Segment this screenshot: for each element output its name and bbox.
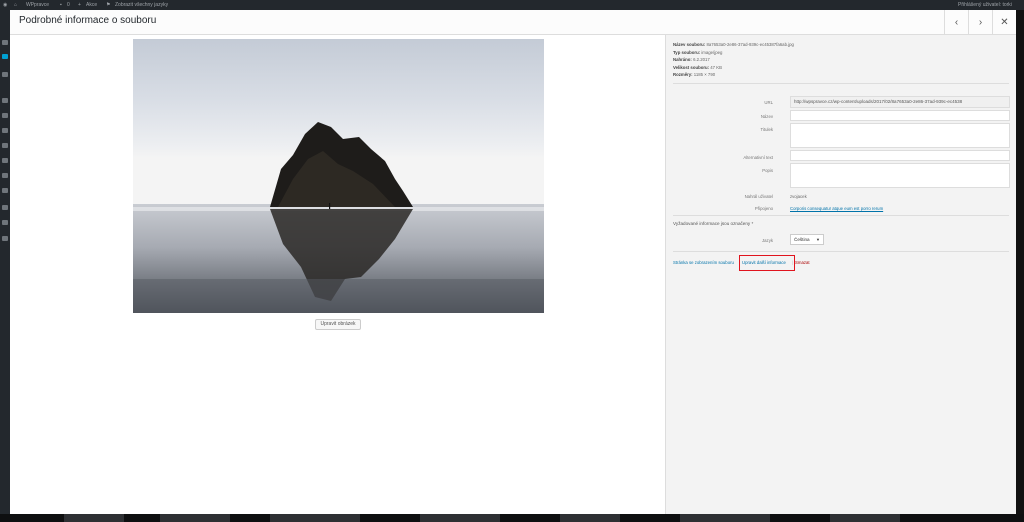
menu-posts-icon[interactable] <box>2 72 8 77</box>
title-label: Název <box>760 114 773 119</box>
previous-button[interactable]: ‹ <box>944 10 968 34</box>
attachment-image-photo <box>133 39 544 313</box>
menu-users-icon[interactable] <box>2 158 8 163</box>
close-button[interactable]: ✕ <box>992 10 1016 34</box>
uploaded-row: Nahráno: 6.2.2017 <box>673 57 710 62</box>
delete-permanently-link[interactable]: Smazat <box>795 260 810 265</box>
modal-header: Podrobné informace o souboru ‹ › ✕ <box>10 10 1016 35</box>
alt-text-field[interactable] <box>790 150 1010 161</box>
view-attachment-page-link[interactable]: Stránka se zobrazením souboru <box>673 260 734 265</box>
caption-label: Titulek <box>760 127 774 132</box>
uploaded-by-value: zvojacek <box>790 194 807 199</box>
menu-media-icon[interactable] <box>2 54 8 59</box>
backdrop-thumbnail <box>64 514 124 522</box>
attached-to-label: Připojeno <box>754 206 773 211</box>
language-icon[interactable]: ⚑ <box>106 0 110 10</box>
alt-text-label: Alternativní text <box>743 155 773 160</box>
admin-bar-new[interactable]: Akce <box>86 0 97 10</box>
file-size-row: Velikost souboru: 47 KB <box>673 64 722 70</box>
divider <box>673 251 1009 252</box>
modal-title: Podrobné informace o souboru <box>19 15 157 26</box>
menu-languages-icon[interactable] <box>2 205 8 210</box>
file-type-row: Typ souboru: image/jpeg <box>673 49 723 55</box>
divider <box>673 83 1009 84</box>
menu-comments-icon[interactable] <box>2 113 8 118</box>
close-icon: ✕ <box>1000 16 1009 28</box>
dimensions-row: Rozměry: 1185 × 790 <box>673 72 716 77</box>
highlight-box <box>739 255 795 271</box>
next-button[interactable]: › <box>968 10 992 34</box>
menu-appearance-icon[interactable] <box>2 128 8 133</box>
language-label: Jazyk <box>762 238 773 243</box>
menu-collapse-icon[interactable] <box>2 236 8 241</box>
uploaded-date: 6.2.2017 <box>693 57 710 62</box>
attachment-details-modal: Podrobné informace o souboru ‹ › ✕ Uprav… <box>10 10 1016 514</box>
menu-tools-icon[interactable] <box>2 173 8 178</box>
file-name: 8a7653a0-2e86-37ad-939c-ec45387fa6ab.jpg <box>706 42 794 47</box>
attachment-image <box>133 39 544 313</box>
backdrop-thumbnail <box>270 514 360 522</box>
backdrop-thumbnail <box>560 514 620 522</box>
admin-bar-languages[interactable]: Zobrazit všechny jazyky <box>115 0 168 10</box>
comments-icon[interactable]: ▪ <box>60 0 62 10</box>
file-info: Název souboru: 8a7653a0-2e86-37ad-939c-e… <box>673 41 794 79</box>
language-select[interactable]: Čeština ▼ <box>790 234 824 245</box>
caption-field[interactable] <box>790 123 1010 148</box>
chevron-down-icon: ▼ <box>816 237 820 242</box>
description-label: Popis <box>762 168 773 173</box>
admin-bar-site-name[interactable]: WPpravce <box>26 0 49 10</box>
divider <box>673 215 1009 216</box>
backdrop-thumbnail <box>830 514 900 522</box>
admin-bar-user[interactable]: Přihlášený uživatel: torki <box>958 0 1012 10</box>
menu-pages-icon[interactable] <box>2 98 8 103</box>
file-size: 47 KB <box>710 64 722 70</box>
title-field[interactable] <box>790 110 1010 121</box>
language-selected: Čeština <box>794 237 810 242</box>
backdrop-right <box>1016 10 1024 514</box>
file-type: image/jpeg <box>701 49 723 55</box>
menu-settings-icon[interactable] <box>2 188 8 193</box>
chevron-left-icon: ‹ <box>954 16 959 28</box>
attached-to-link[interactable]: Corporis consequatur atque eum est porro… <box>790 206 883 211</box>
chevron-right-icon: › <box>978 16 983 28</box>
attachment-details-panel: Název souboru: 8a7653a0-2e86-37ad-939c-e… <box>665 35 1016 514</box>
required-note: Vyžadované informace jsou označeny * <box>673 221 754 226</box>
media-preview-area: Upravit obrázek <box>10 35 665 514</box>
admin-bar-comments-count[interactable]: 0 <box>67 0 70 10</box>
dimensions: 1185 × 790 <box>693 72 716 77</box>
url-label: URL <box>764 100 773 105</box>
url-field[interactable]: http://wpspravce.cz/wp-content/uploads/2… <box>790 96 1010 108</box>
menu-extra-icon[interactable] <box>2 220 8 225</box>
menu-dashboard-icon[interactable] <box>2 40 8 45</box>
wordpress-logo-icon[interactable]: ◉ <box>3 0 7 10</box>
uploaded-by-label: Nahrál uživatel <box>744 194 773 199</box>
plus-icon[interactable]: + <box>78 0 81 10</box>
description-field[interactable] <box>790 163 1010 188</box>
admin-bar: ◉ ⌂ WPpravce ▪ 0 + Akce ⚑ Zobrazit všech… <box>0 0 1024 10</box>
menu-plugins-icon[interactable] <box>2 143 8 148</box>
backdrop-thumbnail <box>160 514 230 522</box>
edit-image-button[interactable]: Upravit obrázek <box>315 319 361 330</box>
home-icon[interactable]: ⌂ <box>14 0 17 10</box>
admin-menu <box>0 10 10 522</box>
file-name-row: Název souboru: 8a7653a0-2e86-37ad-939c-e… <box>673 42 794 47</box>
backdrop-bottom <box>0 514 1024 522</box>
backdrop-thumbnail <box>420 514 500 522</box>
backdrop-thumbnail <box>680 514 770 522</box>
